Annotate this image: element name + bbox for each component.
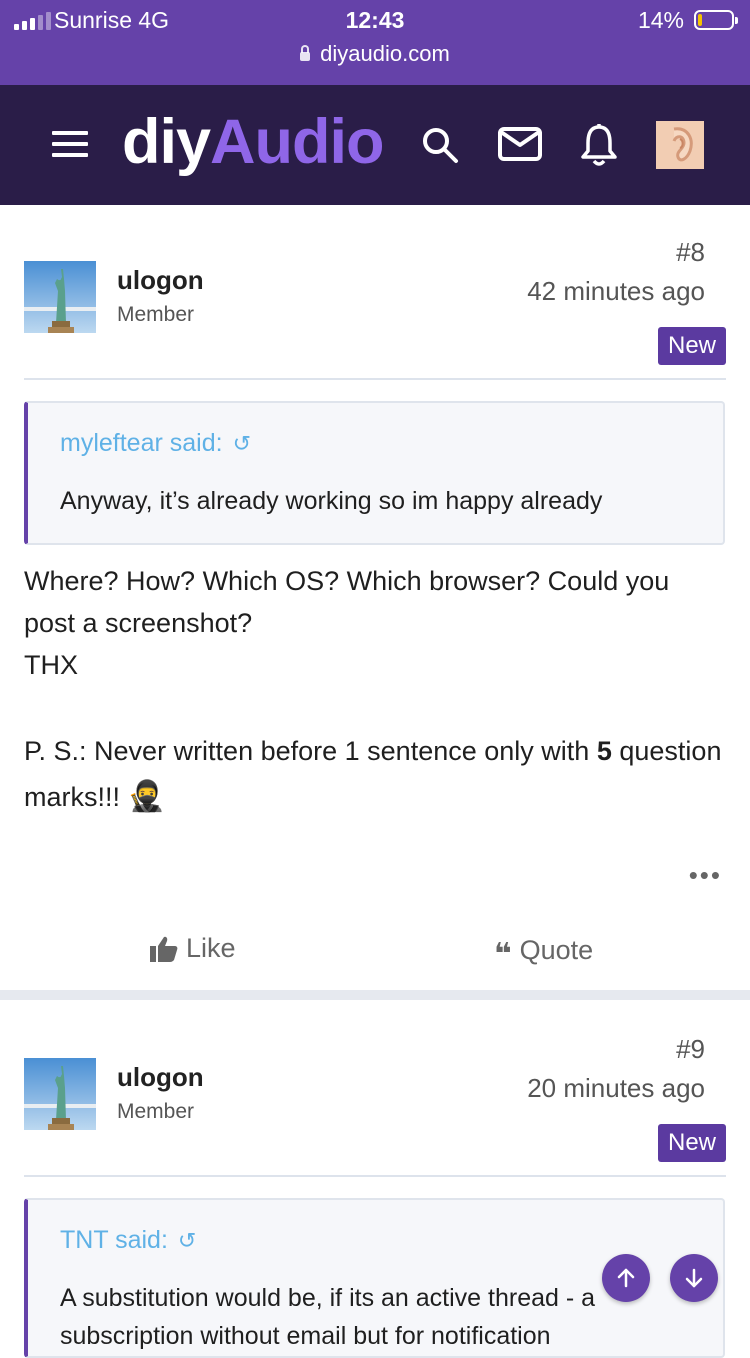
- post-separator: [0, 990, 750, 1000]
- quote-block: myleftear said: ↺ Anyway, it’s already wo…: [24, 401, 725, 545]
- like-label: Like: [186, 933, 236, 963]
- bell-icon[interactable]: [580, 123, 618, 172]
- logo-audio: Audio: [210, 107, 384, 177]
- reply-arrow-icon[interactable]: ↺: [233, 431, 251, 457]
- status-bar: Sunrise 4G 12:43 14% diyaudio.com: [0, 0, 750, 85]
- battery-icon: [694, 10, 738, 30]
- logo-diy: diy: [122, 107, 211, 177]
- quote-icon: ❝: [494, 938, 512, 971]
- mail-icon[interactable]: [498, 127, 542, 166]
- address-bar[interactable]: diyaudio.com: [0, 41, 750, 67]
- scroll-up-button[interactable]: [602, 1254, 650, 1302]
- quote-author[interactable]: myleftear said: ↺: [60, 429, 251, 458]
- menu-icon[interactable]: [52, 131, 90, 159]
- quote-button[interactable]: ❝ Quote: [494, 933, 594, 971]
- body-bold-number: 5: [596, 736, 612, 766]
- like-button[interactable]: Like: [150, 933, 236, 964]
- quote-author-label: myleftear said:: [60, 429, 223, 457]
- quote-text: A substitution would be, if its an activ…: [60, 1284, 596, 1312]
- quote-text: Anyway, it’s already working so im happy…: [60, 487, 603, 515]
- author-name[interactable]: ulogon: [117, 1062, 204, 1093]
- quote-author-label: TNT said:: [60, 1226, 168, 1254]
- quote-text: subscription without email but for notif…: [60, 1322, 551, 1350]
- ninja-emoji-icon: 🥷: [127, 780, 165, 813]
- body-line: P. S.: Never written before 1 sentence o…: [24, 728, 724, 820]
- post-divider: [24, 378, 726, 380]
- author-name[interactable]: ulogon: [117, 265, 204, 296]
- new-badge: New: [657, 327, 726, 365]
- body-line: THX: [24, 650, 78, 680]
- battery-percent: 14%: [637, 7, 684, 33]
- body-text: P. S.: Never written before 1 sentence o…: [24, 736, 590, 766]
- arrow-down-icon: [685, 1268, 703, 1288]
- user-avatar[interactable]: [656, 121, 704, 169]
- reply-arrow-icon[interactable]: ↺: [178, 1228, 196, 1254]
- post-divider: [24, 1175, 726, 1177]
- author-avatar[interactable]: [24, 1058, 96, 1130]
- site-header: diyAudio: [0, 85, 750, 205]
- new-badge: New: [657, 1124, 726, 1162]
- thumbs-up-icon: [150, 936, 178, 962]
- post-time[interactable]: 42 minutes ago: [527, 276, 705, 307]
- author-role: Member: [117, 303, 195, 326]
- site-logo[interactable]: diyAudio: [122, 103, 384, 181]
- post-time[interactable]: 20 minutes ago: [527, 1073, 705, 1104]
- post-number[interactable]: #9: [676, 1034, 705, 1065]
- lock-icon: [300, 45, 311, 61]
- body-line: Where? How? Which OS? Which browser? Cou…: [24, 566, 670, 638]
- author-avatar[interactable]: [24, 261, 96, 333]
- quote-author[interactable]: TNT said: ↺: [60, 1226, 196, 1255]
- post-8: ulogon Member #8 42 minutes ago New myle…: [0, 205, 750, 990]
- more-options-icon[interactable]: •••: [689, 860, 722, 891]
- quote-label: Quote: [519, 935, 594, 965]
- post-number[interactable]: #8: [676, 237, 705, 268]
- search-icon[interactable]: [420, 125, 460, 170]
- author-role: Member: [117, 1100, 195, 1123]
- post-body: Where? How? Which OS? Which browser? Cou…: [24, 560, 724, 820]
- arrow-up-icon: [617, 1268, 635, 1288]
- battery-fill: [698, 14, 702, 26]
- scroll-down-button[interactable]: [670, 1254, 718, 1302]
- url-text: diyaudio.com: [320, 41, 450, 66]
